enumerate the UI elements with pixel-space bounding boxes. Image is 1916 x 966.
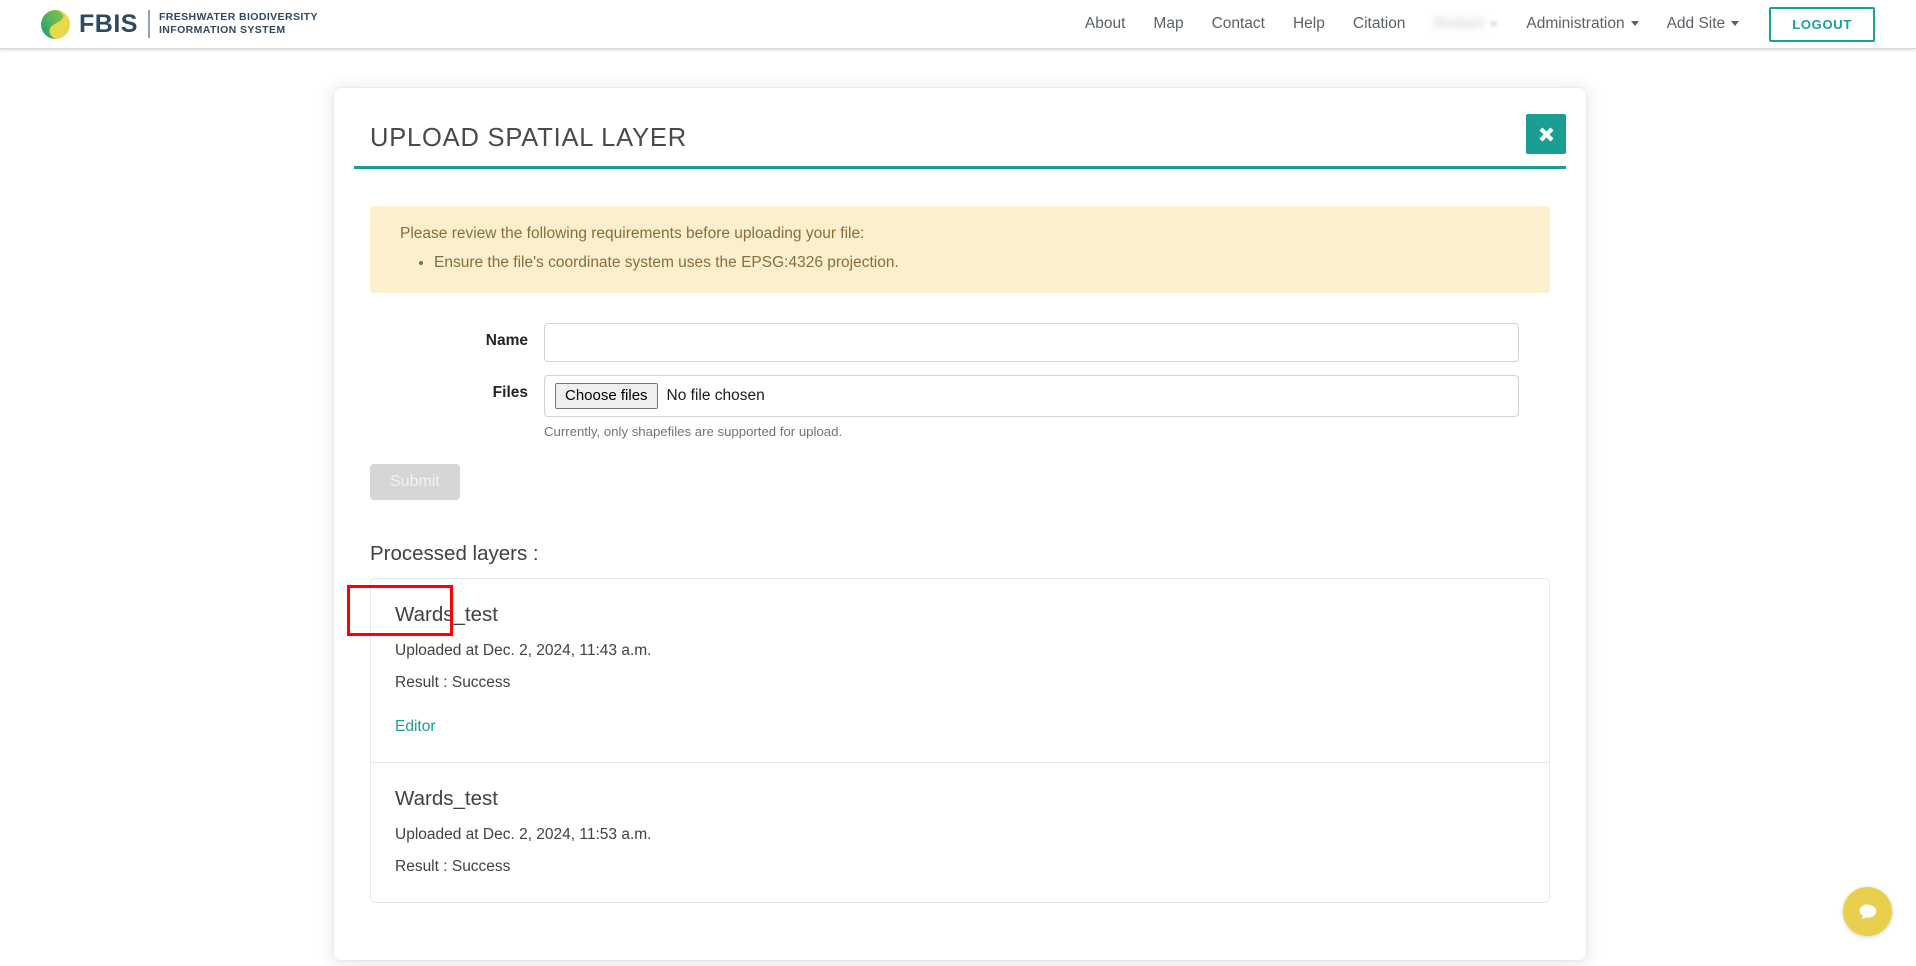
nav-link-citation[interactable]: Citation: [1353, 9, 1406, 39]
submit-button[interactable]: Submit: [370, 464, 460, 501]
modal-header: UPLOAD SPATIAL LAYER: [354, 88, 1566, 169]
nav-user-menu[interactable]: Redact: [1433, 15, 1499, 33]
layer-result: Result : Success: [395, 858, 511, 876]
files-label: Files: [492, 384, 528, 402]
files-field-wrap: Choose files No file chosen Currently, o…: [544, 375, 1519, 439]
list-item: Wards_test Uploaded at Dec. 2, 2024, 11:…: [347, 579, 1549, 764]
logout-button[interactable]: LOGOUT: [1769, 6, 1875, 42]
files-help-text: Currently, only shapefiles are supported…: [544, 424, 843, 440]
fbis-logo-icon: [41, 9, 70, 39]
name-input[interactable]: [544, 323, 1519, 363]
chevron-down-icon: [1630, 21, 1639, 27]
alert-title: Please review the following requirements…: [400, 224, 865, 242]
chat-bubble-icon: [1859, 903, 1876, 919]
layer-uploaded-at: Uploaded at Dec. 2, 2024, 11:53 a.m.: [395, 826, 652, 844]
nav-link-about[interactable]: About: [1085, 9, 1126, 39]
modal-body: Please review the following requirements…: [334, 205, 1586, 904]
close-button[interactable]: [1526, 114, 1566, 154]
editor-link-wrap: Editor: [347, 585, 453, 736]
layer-name: Wards_test: [395, 787, 498, 811]
top-navbar: FBIS FRESHWATER BIODIVERSITY INFORMATION…: [0, 0, 1916, 49]
brand-divider: [147, 10, 150, 38]
page-title: UPLOAD SPATIAL LAYER: [370, 124, 687, 152]
alert-requirements-list: Ensure the file's coordinate system uses…: [400, 251, 1528, 274]
layer-result: Result : Success: [395, 674, 511, 692]
brand-subtitle-line1: FRESHWATER BIODIVERSITY: [158, 10, 318, 23]
chevron-down-icon: [1490, 21, 1499, 27]
name-label: Name: [485, 332, 528, 350]
form-row-files: Files Choose files No file chosen Curren…: [370, 375, 1550, 439]
nav-link-help[interactable]: Help: [1293, 9, 1325, 39]
processed-layers-heading: Processed layers :: [370, 542, 539, 566]
page-content: UPLOAD SPATIAL LAYER Please review the f…: [0, 49, 1916, 966]
file-chosen-status: No file chosen: [666, 387, 765, 405]
brand-logo-link[interactable]: FBIS FRESHWATER BIODIVERSITY INFORMATION…: [41, 9, 318, 39]
choose-files-button[interactable]: Choose files: [555, 383, 658, 410]
nav-dropdown-administration-label: Administration: [1526, 15, 1625, 32]
chat-widget-button[interactable]: [1843, 887, 1892, 936]
upload-spatial-layer-modal: UPLOAD SPATIAL LAYER Please review the f…: [334, 88, 1586, 960]
brand-subtitle-line2: INFORMATION SYSTEM: [158, 24, 286, 36]
name-field-wrap: [544, 323, 1519, 363]
chevron-down-icon: [1731, 21, 1740, 27]
form-row-name: Name: [370, 323, 1550, 363]
nav-link-map[interactable]: Map: [1153, 9, 1183, 39]
nav-link-contact[interactable]: Contact: [1212, 9, 1265, 39]
brand-name: FBIS: [79, 9, 138, 38]
brand-subtitle: FRESHWATER BIODIVERSITY INFORMATION SYST…: [159, 11, 318, 38]
editor-link[interactable]: Editor: [395, 718, 436, 735]
layer-name: Wards_test: [395, 603, 498, 627]
nav-dropdown-administration[interactable]: Administration: [1526, 9, 1639, 39]
nav-right-group: About Map Contact Help Citation Redact A…: [1085, 6, 1875, 42]
file-input[interactable]: Choose files No file chosen: [544, 375, 1519, 418]
nav-dropdown-add-site[interactable]: Add Site: [1667, 9, 1740, 39]
requirements-alert: Please review the following requirements…: [370, 205, 1550, 294]
processed-layers-list: Wards_test Uploaded at Dec. 2, 2024, 11:…: [347, 578, 1550, 904]
nav-user-name: Redact: [1433, 15, 1485, 32]
close-icon: [1539, 127, 1553, 141]
list-item: Ensure the file's coordinate system uses…: [434, 251, 1528, 274]
nav-dropdown-add-site-label: Add Site: [1666, 15, 1726, 32]
brand-text: FBIS FRESHWATER BIODIVERSITY INFORMATION…: [79, 10, 318, 38]
upload-form: Name Files Choose files No file chosen C…: [370, 323, 1550, 501]
submit-row: Submit: [370, 464, 1550, 501]
list-item: Wards_test Uploaded at Dec. 2, 2024, 11:…: [371, 763, 1549, 902]
layer-uploaded-at: Uploaded at Dec. 2, 2024, 11:43 a.m.: [395, 642, 652, 660]
